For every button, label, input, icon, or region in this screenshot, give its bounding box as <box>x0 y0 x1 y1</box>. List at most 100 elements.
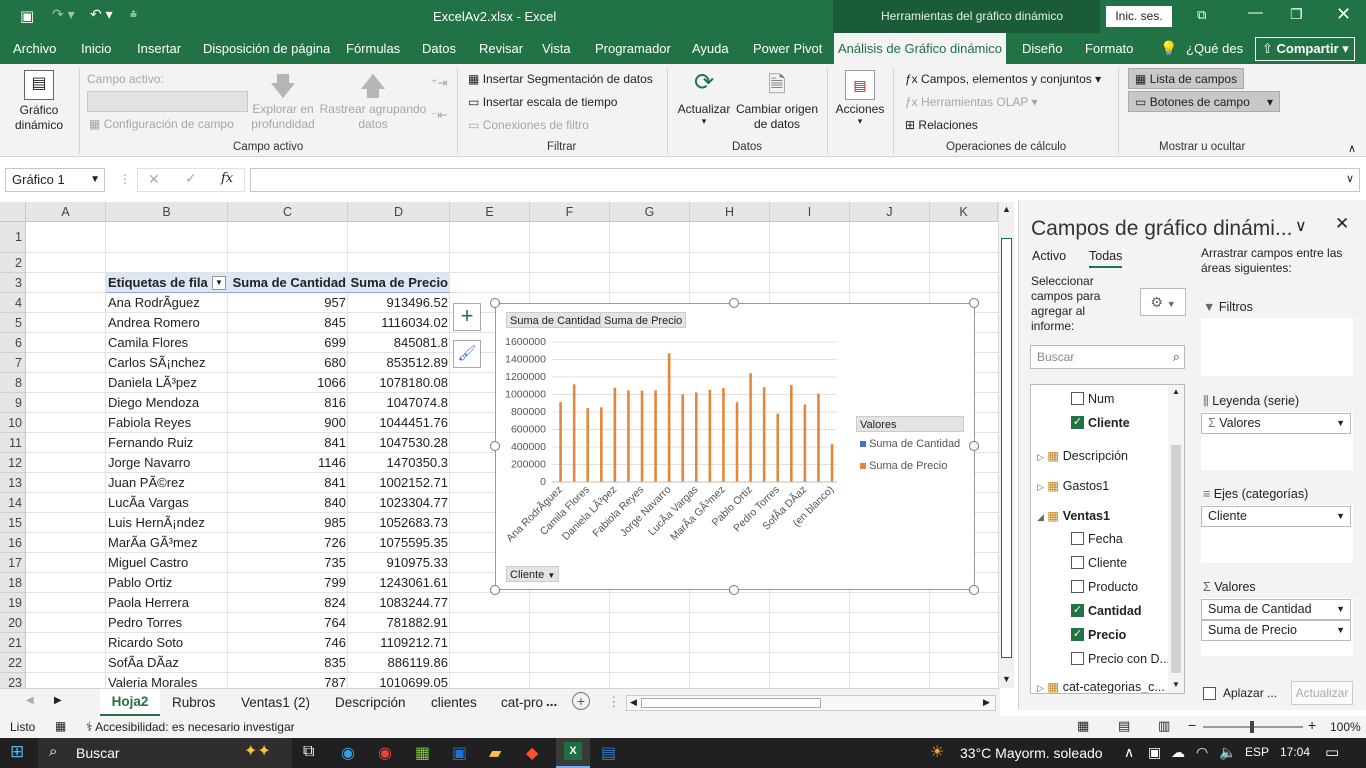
pivot-precio-value[interactable]: 1044451.76 <box>350 413 448 433</box>
pivot-cantidad-value[interactable]: 1066 <box>230 373 346 393</box>
lista-campos-button[interactable]: ▦ Lista de campos <box>1128 68 1245 89</box>
tray-app-icon[interactable]: ▣ <box>1148 744 1161 761</box>
row-header-19[interactable]: 19 <box>0 593 26 613</box>
pivot-precio-value[interactable]: 1116034.02 <box>350 313 448 333</box>
vertical-scrollbar[interactable]: ▲ ▼ <box>998 202 1014 688</box>
add-sheet-icon[interactable]: + <box>572 692 590 710</box>
field-search-input[interactable]: Buscar ⌕ <box>1030 345 1185 369</box>
column-header-a[interactable]: A <box>26 202 106 222</box>
enter-icon[interactable]: ✓ <box>185 170 197 187</box>
excel-taskbar-icon[interactable]: X <box>556 738 590 768</box>
zoom-level[interactable]: 100% <box>1330 720 1361 734</box>
column-header-h[interactable]: H <box>690 202 770 222</box>
area-valores-box[interactable]: Suma de Cantidad ▼ Suma de Precio ▼ <box>1201 598 1353 656</box>
axis-field-button-cliente[interactable]: Cliente ▼ <box>506 566 560 582</box>
pivot-row-label[interactable]: LucÃ­a Vargas <box>108 493 226 513</box>
table-item-descripcion[interactable]: ▷ ▦ Descripción <box>1037 448 1128 463</box>
campo-activo-input[interactable] <box>87 91 248 112</box>
row-header-12[interactable]: 12 <box>0 453 26 473</box>
formula-input[interactable]: ∨ <box>250 168 1360 192</box>
area-ejes-box[interactable]: Cliente ▼ <box>1201 505 1353 563</box>
chart-styles-button[interactable]: 🖌 <box>453 340 481 368</box>
cambiar-origen-button[interactable]: 🗎 Cambiar origen de datos <box>734 68 820 132</box>
windows-start-icon[interactable]: ⊞ <box>10 742 24 762</box>
wifi-icon[interactable]: ◠ <box>1196 744 1208 761</box>
column-header-f[interactable]: F <box>530 202 610 222</box>
pivot-precio-value[interactable]: 853512.89 <box>350 353 448 373</box>
column-header-i[interactable]: I <box>770 202 850 222</box>
tab-insertar[interactable]: Insertar <box>137 33 181 64</box>
pivot-cantidad-value[interactable]: 735 <box>230 553 346 573</box>
select-all-corner[interactable] <box>0 202 26 222</box>
row-header-3[interactable]: 3 <box>0 273 26 293</box>
tab-ayuda[interactable]: Ayuda <box>692 33 729 64</box>
collapse-field-icon[interactable]: ⁻⇤ <box>431 108 447 122</box>
pivot-row-label[interactable]: Pedro Torres <box>108 613 226 633</box>
conexiones-filtro-button[interactable]: ▭ Conexiones de filtro <box>468 118 589 132</box>
checkbox[interactable] <box>1071 652 1084 665</box>
pivot-cantidad-value[interactable]: 841 <box>230 473 346 493</box>
pivot-row-label[interactable]: Fabiola Reyes <box>108 413 226 433</box>
table-item-gastos1[interactable]: ▷ ▦ Gastos1 <box>1037 478 1109 493</box>
tab-diseno[interactable]: Diseño <box>1022 33 1062 64</box>
row-header-1[interactable]: 1 <box>0 222 26 253</box>
outlook-icon[interactable]: ▣ <box>452 743 467 763</box>
pivot-cantidad-value[interactable]: 840 <box>230 493 346 513</box>
config-campo-button[interactable]: ▦ Configuración de campo <box>89 117 234 131</box>
scroll-tabs-left-icon[interactable]: ◀ <box>26 695 34 706</box>
tab-inicio[interactable]: Inicio <box>81 33 111 64</box>
campos-elementos-button[interactable]: ƒx Campos, elementos y conjuntos ▾ <box>905 72 1101 86</box>
actualizar-panel-button[interactable]: Actualizar <box>1291 681 1353 705</box>
pivot-precio-value[interactable]: 1109212.71 <box>350 633 448 653</box>
minimize-icon[interactable]: — <box>1248 4 1263 21</box>
pivot-precio-value[interactable]: 1243061.61 <box>350 573 448 593</box>
chart-resize-handle[interactable] <box>969 441 979 451</box>
table-item-ventas1[interactable]: ◢ ▦ Ventas1 <box>1037 508 1110 523</box>
panel-settings-button[interactable]: ⚙ ▼ <box>1140 288 1186 316</box>
tab-revisar[interactable]: Revisar <box>479 33 523 64</box>
pivot-precio-value[interactable]: 1075595.35 <box>350 533 448 553</box>
chart-resize-handle[interactable] <box>490 585 500 595</box>
pivot-row-label[interactable]: Luis HernÃ¡ndez <box>108 513 226 533</box>
pivot-row-label[interactable]: Andrea Romero <box>108 313 226 333</box>
row-header-9[interactable]: 9 <box>0 393 26 413</box>
pivot-cantidad-value[interactable]: 726 <box>230 533 346 553</box>
customize-qat-icon[interactable]: ⩮ <box>130 7 137 22</box>
pivot-row-label[interactable]: SofÃ­a DÃ­az <box>108 653 226 673</box>
checkbox[interactable] <box>1071 556 1084 569</box>
normal-view-icon[interactable]: ▦ <box>1077 718 1089 734</box>
column-header-b[interactable]: B <box>106 202 228 222</box>
language-indicator[interactable]: ESP <box>1245 745 1269 759</box>
zoom-slider-thumb[interactable] <box>1250 721 1254 733</box>
edge-icon[interactable]: ◉ <box>341 743 355 763</box>
restore-icon[interactable]: ❐ <box>1290 6 1303 23</box>
expand-field-icon[interactable]: ⁺⇥ <box>431 76 447 90</box>
row-header-17[interactable]: 17 <box>0 553 26 573</box>
weather-text[interactable]: 33°C Mayorm. soleado <box>960 745 1103 761</box>
botones-campo-button[interactable]: ▭ Botones de campo ▾ <box>1128 91 1280 112</box>
ventas-field-item[interactable]: Producto <box>1071 580 1138 594</box>
column-header-g[interactable]: G <box>610 202 690 222</box>
row-labels-filter-button[interactable]: ▼ <box>212 276 226 290</box>
name-box[interactable]: Gráfico 1 ▼ <box>5 168 105 192</box>
pivot-precio-value[interactable]: 1047074.8 <box>350 393 448 413</box>
explorar-button[interactable]: 🡇 Explorar en profundidad <box>250 68 316 132</box>
pivot-cantidad-value[interactable]: 764 <box>230 613 346 633</box>
scroll-down-icon[interactable]: ▼ <box>1002 674 1011 684</box>
area-leyenda-box[interactable]: Σ Valores ▼ <box>1201 412 1353 470</box>
pivot-row-label[interactable]: Camila Flores <box>108 333 226 353</box>
chart-resize-handle[interactable] <box>490 441 500 451</box>
notifications-icon[interactable]: ▭ <box>1325 743 1339 761</box>
sheet-tab-cat-pro[interactable]: cat-pro <box>501 695 543 710</box>
taskbar-search[interactable]: ⌕ Buscar ✦✦ <box>38 738 292 768</box>
pivot-cantidad-value[interactable]: 841 <box>230 433 346 453</box>
pivot-row-label[interactable]: MarÃ­a GÃ³mez <box>108 533 226 553</box>
sheet-tab-rubros[interactable]: Rubros <box>172 695 216 710</box>
tab-power-pivot[interactable]: Power Pivot <box>753 33 822 64</box>
tray-chevron-icon[interactable]: ∧ <box>1124 744 1134 761</box>
tab-programador[interactable]: Programador <box>595 33 671 64</box>
chart-resize-handle[interactable] <box>729 585 739 595</box>
chart-resize-handle[interactable] <box>969 298 979 308</box>
sheet-tab-ventas1-2[interactable]: Ventas1 (2) <box>241 695 310 710</box>
close-icon[interactable]: ✕ <box>1336 4 1351 25</box>
